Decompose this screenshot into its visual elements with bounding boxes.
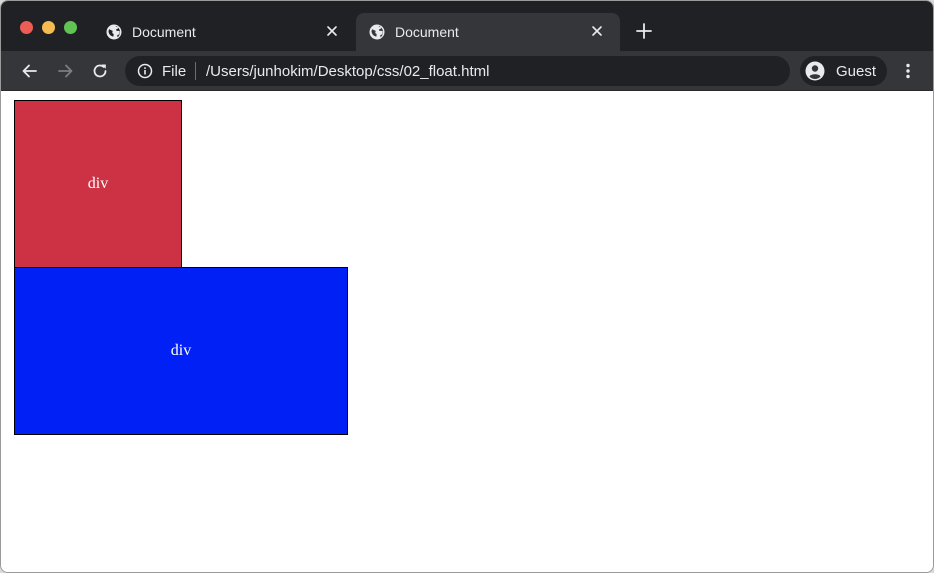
blue-div-box: div <box>14 267 348 435</box>
tab-title: Document <box>132 24 196 40</box>
file-scheme-label: File <box>162 63 187 80</box>
red-div-box: div <box>14 100 182 268</box>
tab-strip: Document Document <box>1 1 933 51</box>
reload-icon[interactable] <box>90 61 110 81</box>
div-label: div <box>87 175 109 192</box>
info-icon[interactable] <box>137 63 153 79</box>
new-tab-plus-icon[interactable] <box>636 23 652 39</box>
close-icon[interactable] <box>325 24 339 38</box>
tab-title: Document <box>395 24 459 40</box>
tab-document-1[interactable]: Document <box>93 13 355 51</box>
more-options-icon[interactable] <box>898 61 918 81</box>
browser-window: Document Document File /Users/junhokim/D… <box>0 0 934 573</box>
minimize-window-button[interactable] <box>42 21 55 34</box>
url-text[interactable]: /Users/junhokim/Desktop/css/02_float.htm… <box>206 63 489 80</box>
profile-button[interactable]: Guest <box>800 56 887 86</box>
address-divider <box>195 62 196 80</box>
back-arrow-icon[interactable] <box>20 61 40 81</box>
tab-document-2[interactable]: Document <box>356 13 620 51</box>
page-content: div div <box>1 92 933 572</box>
browser-toolbar: File /Users/junhokim/Desktop/css/02_floa… <box>1 51 933 91</box>
profile-label: Guest <box>836 63 877 80</box>
zoom-window-button[interactable] <box>64 21 77 34</box>
close-icon[interactable] <box>590 24 604 38</box>
forward-arrow-icon[interactable] <box>55 61 75 81</box>
close-window-button[interactable] <box>20 21 33 34</box>
address-bar[interactable]: File /Users/junhokim/Desktop/css/02_floa… <box>125 56 790 86</box>
globe-icon <box>369 24 385 40</box>
div-label: div <box>170 342 192 359</box>
globe-icon <box>106 24 122 40</box>
avatar-icon <box>805 61 825 81</box>
